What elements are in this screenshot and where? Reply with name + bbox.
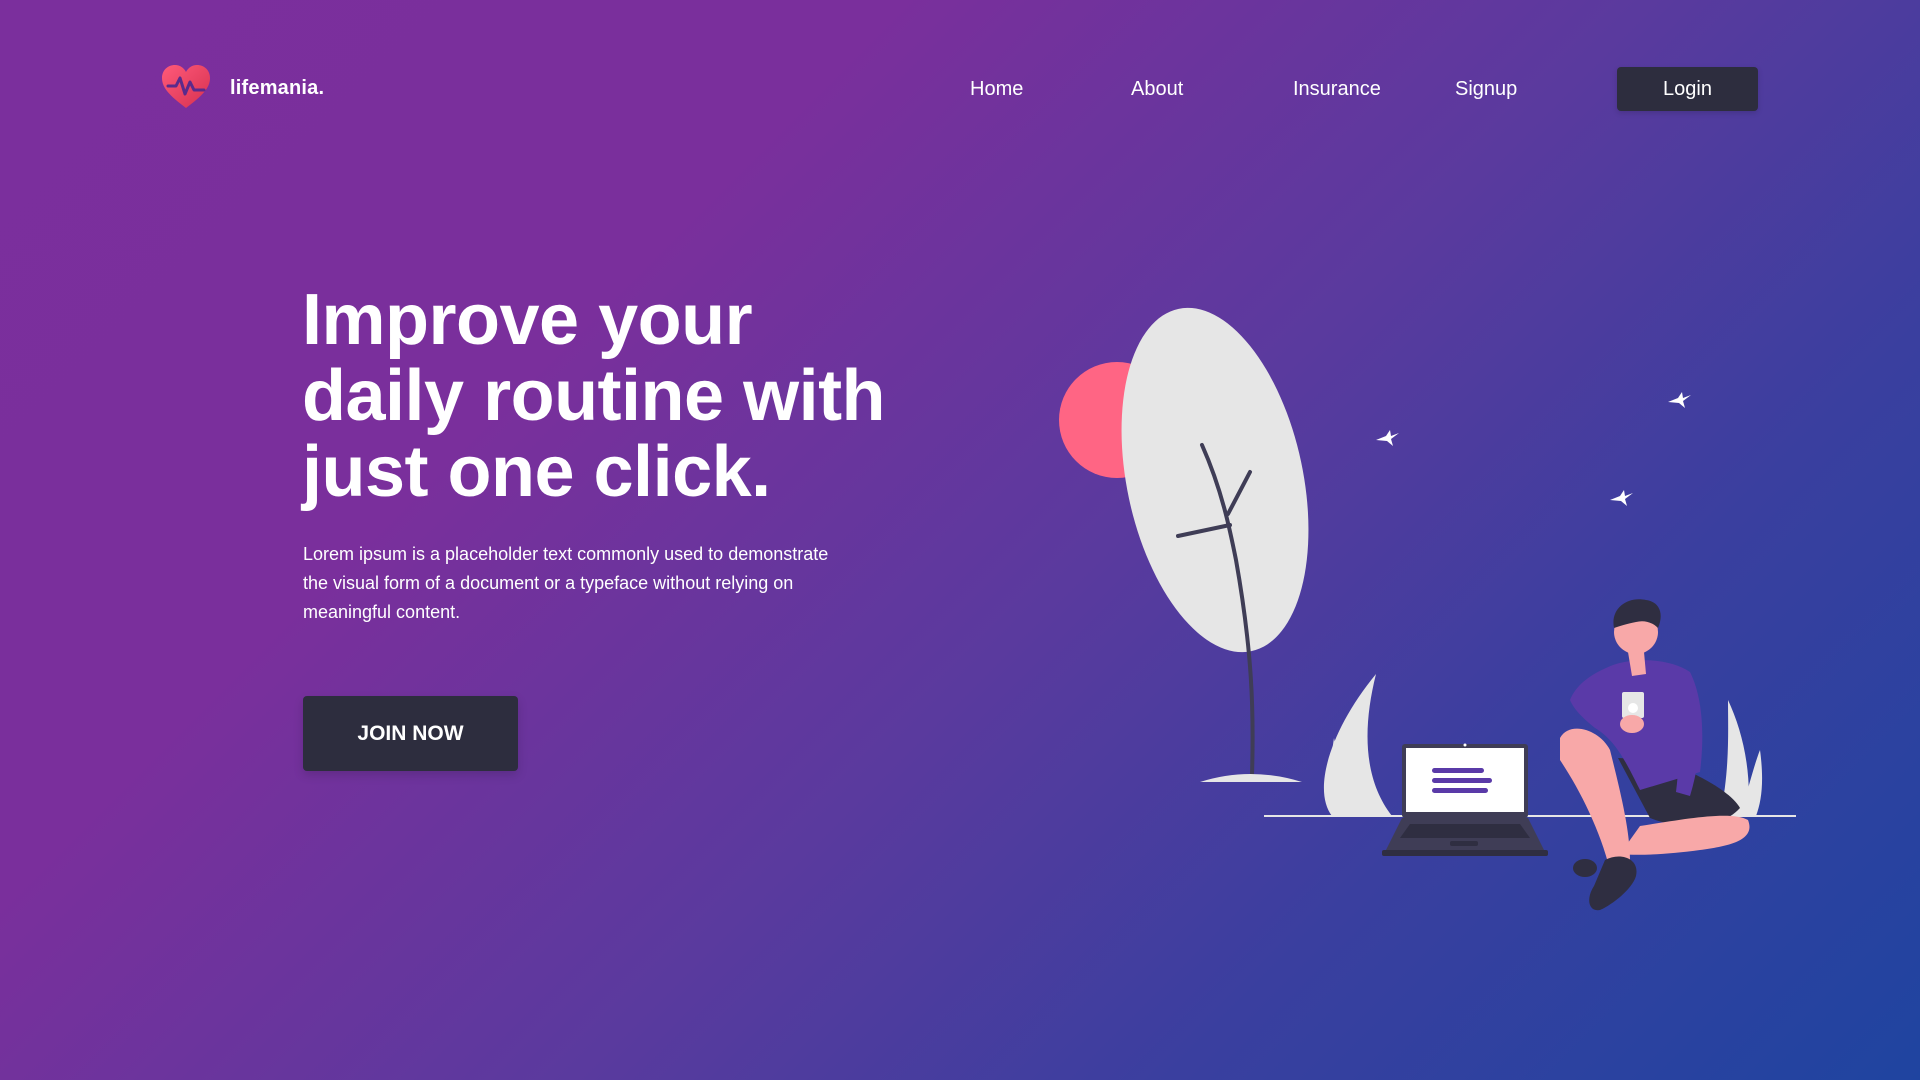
top-navigation: lifemania. Home About Insurance Signup L… bbox=[0, 0, 1920, 180]
brand-name: lifemania. bbox=[230, 76, 325, 99]
hero-title-line: daily routine with bbox=[302, 356, 886, 436]
bird-shape bbox=[1610, 490, 1633, 506]
hero-description-line: the visual form of a document or a typef… bbox=[303, 573, 794, 593]
login-button[interactable]: Login bbox=[1617, 67, 1758, 111]
nav-link-about[interactable]: About bbox=[1131, 76, 1183, 102]
hero-illustration bbox=[1059, 307, 1796, 911]
person-shape bbox=[1560, 599, 1750, 911]
bird-shape bbox=[1376, 430, 1399, 446]
laptop-shape bbox=[1382, 743, 1548, 856]
landing-page: lifemania. Home About Insurance Signup L… bbox=[0, 0, 1920, 1080]
heart-pulse-icon bbox=[160, 62, 212, 114]
hero-title-line: just one click. bbox=[302, 432, 771, 512]
nav-link-insurance[interactable]: Insurance bbox=[1293, 76, 1381, 102]
bird-shape bbox=[1668, 392, 1691, 408]
hero-description-line: Lorem ipsum is a placeholder text common… bbox=[303, 544, 829, 564]
nav-link-signup[interactable]: Signup bbox=[1455, 76, 1517, 102]
join-now-button[interactable]: JOIN NOW bbox=[303, 696, 518, 771]
brand-logo[interactable]: lifemania. bbox=[160, 60, 324, 116]
hero-title-line: Improve your bbox=[302, 280, 753, 360]
hero-description-line: meaningful content. bbox=[303, 602, 461, 622]
hero-description: Lorem ipsum is a placeholder text common… bbox=[303, 540, 923, 627]
nav-link-home[interactable]: Home bbox=[970, 76, 1023, 102]
hero-title: Improve your daily routine with just one… bbox=[302, 282, 942, 510]
tree-base-shape bbox=[1200, 774, 1302, 782]
